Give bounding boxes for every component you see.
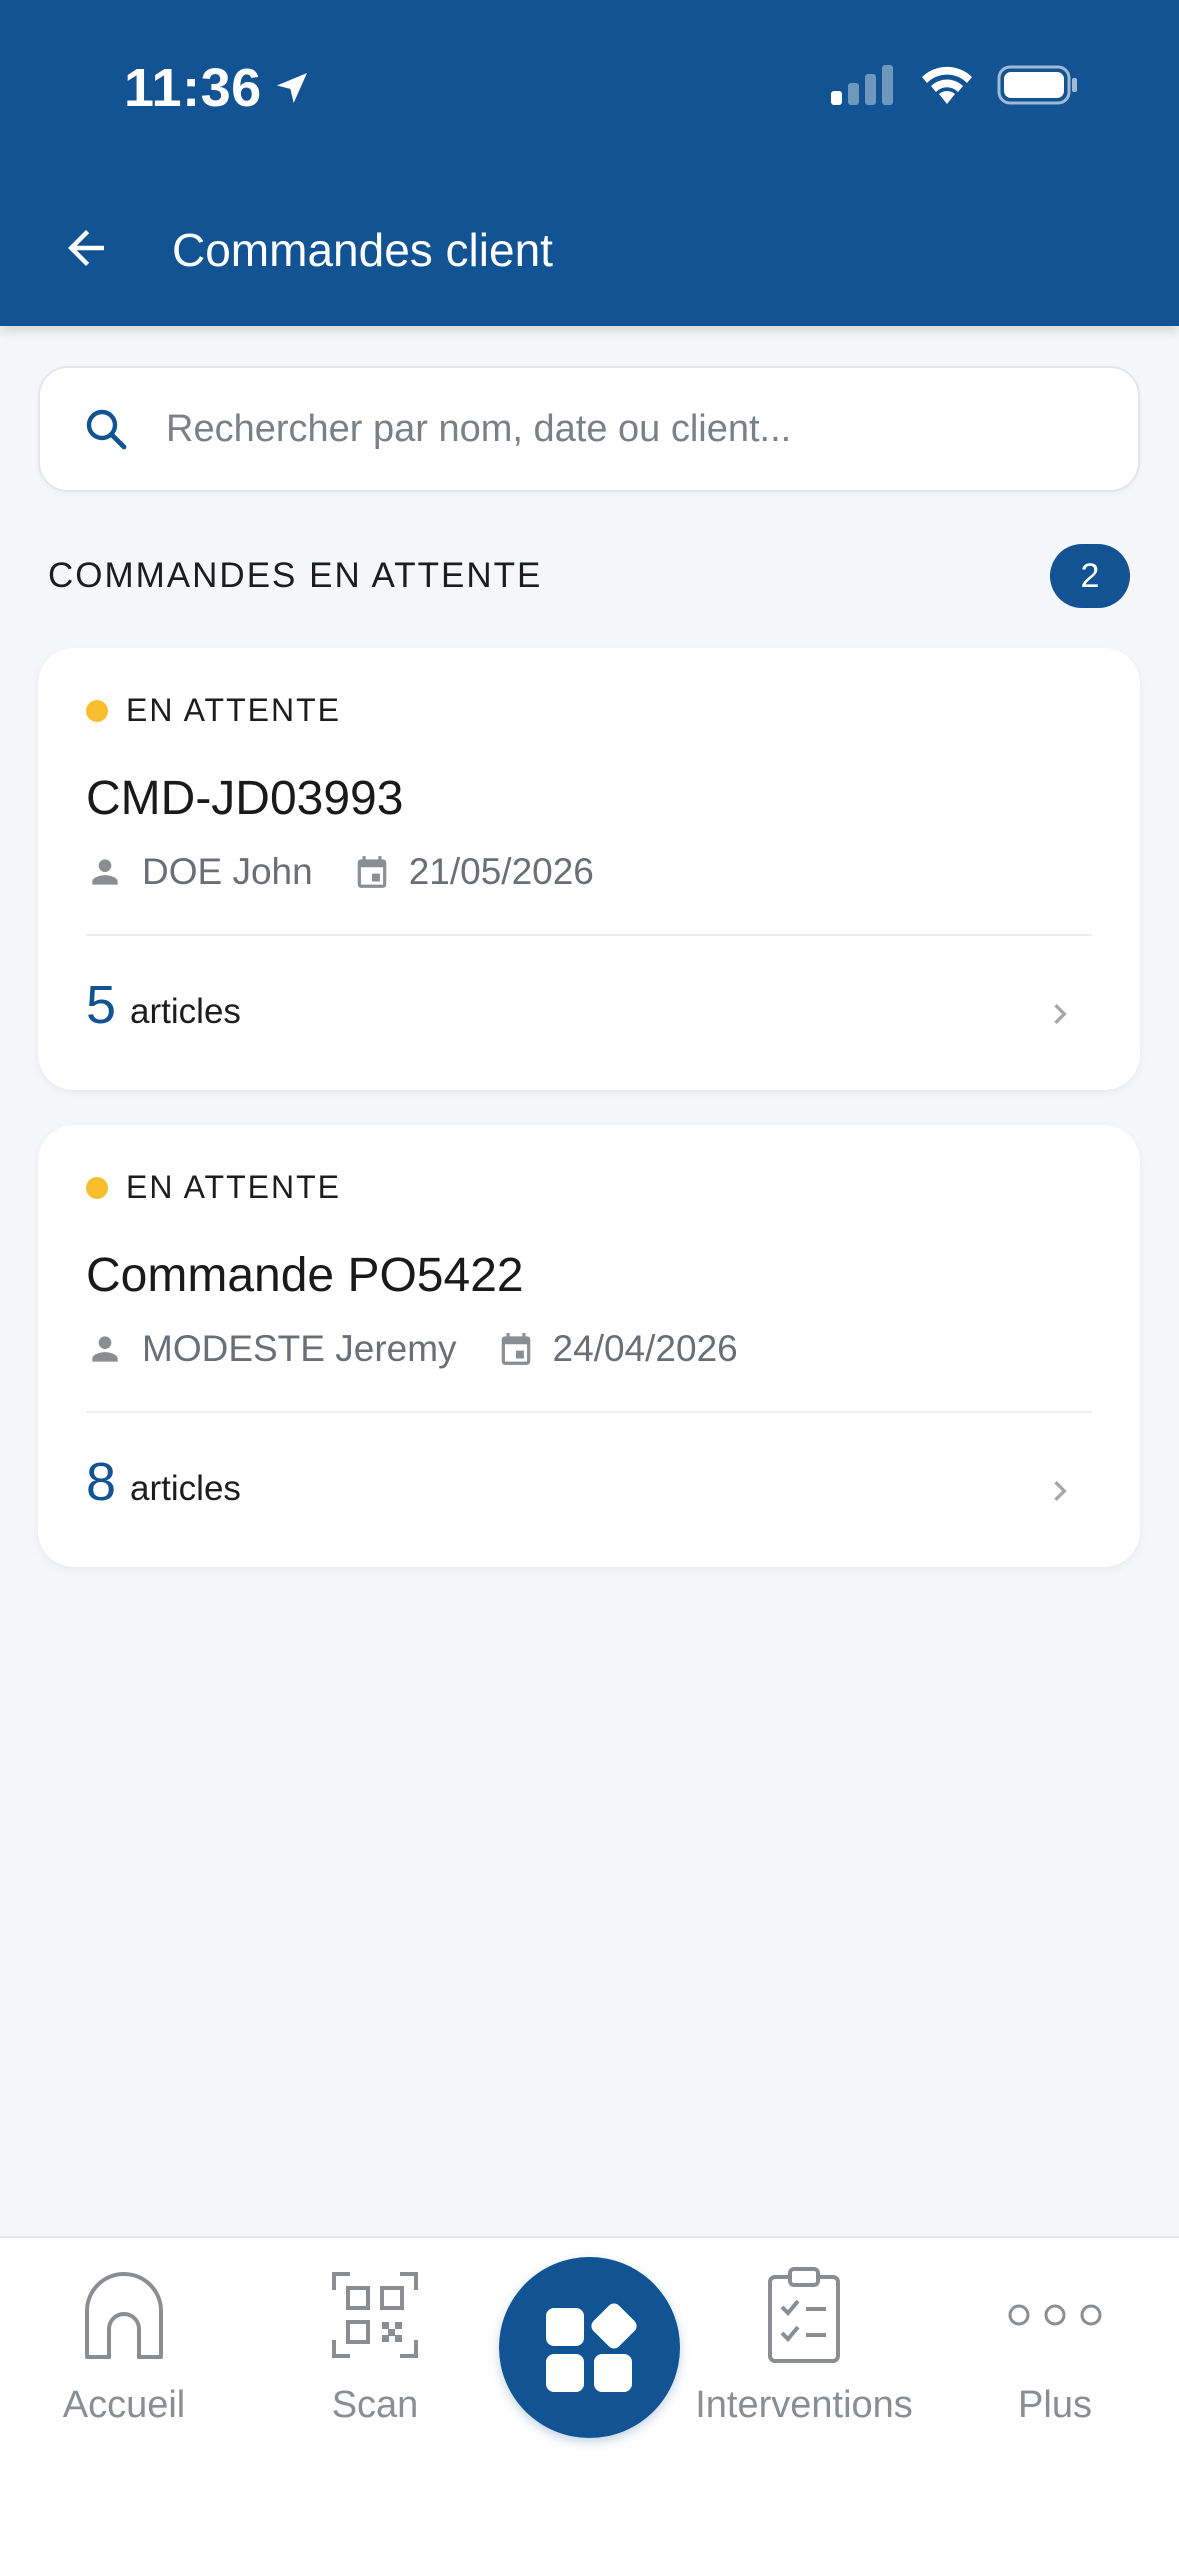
date-text: 21/05/2026 (408, 851, 594, 892)
search-bar[interactable] (38, 366, 1140, 492)
more-dots-icon (1000, 2260, 1110, 2370)
order-status: EN ATTENTE (86, 1169, 341, 1206)
order-date: 21/05/2026 (353, 848, 594, 896)
articles-number: 8 (86, 1452, 117, 1512)
order-name: CMD-JD03993 (86, 772, 404, 825)
nav-accueil[interactable]: Accueil (54, 2260, 194, 2427)
nav-label: Accueil (62, 2384, 186, 2426)
nav-label: Scan (331, 2384, 419, 2426)
cellular-signal-icon (831, 65, 893, 105)
person-icon (92, 1336, 118, 1362)
section-title: COMMANDES EN ATTENTE (48, 556, 543, 595)
status-bar-icons (831, 64, 1079, 106)
back-button[interactable] (50, 212, 122, 284)
nav-label: Plus (1018, 2384, 1092, 2426)
order-date: 24/04/2026 (497, 1325, 738, 1373)
chevron-right-icon[interactable] (1040, 984, 1080, 1044)
order-client: DOE John (86, 848, 313, 896)
calendar-icon (357, 856, 386, 888)
wifi-icon (922, 66, 972, 104)
card-divider (86, 934, 1092, 936)
status-dot-icon (86, 699, 108, 722)
nav-scan[interactable]: Scan (305, 2260, 445, 2427)
arrow-left-icon (68, 230, 104, 266)
chevron-right-icon[interactable] (1040, 1461, 1080, 1521)
order-client: MODESTE Jeremy (86, 1325, 457, 1373)
articles-label: articles (130, 992, 241, 1031)
articles-count: 8 articles (86, 1451, 241, 1513)
battery-icon (997, 65, 1077, 105)
clock-text: 11:36 (124, 58, 262, 118)
search-input[interactable] (164, 406, 1108, 452)
search-icon (78, 401, 134, 457)
articles-count: 5 articles (86, 974, 241, 1036)
home-icon (69, 2260, 179, 2370)
nav-label: Interventions (695, 2384, 913, 2426)
card-divider (86, 1411, 1092, 1413)
date-text: 24/04/2026 (552, 1328, 738, 1369)
apps-grid-icon (545, 2302, 637, 2392)
client-name: DOE John (142, 851, 313, 892)
order-card[interactable]: EN ATTENTE CMD-JD03993 DOE John 21/05/20… (38, 648, 1140, 1090)
nav-interventions[interactable]: Interventions (686, 2260, 922, 2427)
calendar-icon (501, 1333, 530, 1365)
status-bar-time: 11:36 (124, 56, 312, 120)
app-header: 11:36 Commandes client (0, 0, 1179, 326)
count-badge: 2 (1050, 544, 1130, 608)
clipboard-checklist-icon (749, 2260, 859, 2370)
order-status: EN ATTENTE (86, 692, 341, 729)
status-dot-icon (86, 1176, 108, 1199)
order-meta: DOE John 21/05/2026 (86, 848, 634, 896)
qr-scan-icon (320, 2260, 430, 2370)
nav-plus[interactable]: Plus (985, 2260, 1125, 2427)
person-icon (92, 859, 118, 885)
articles-number: 5 (86, 975, 117, 1035)
order-card[interactable]: EN ATTENTE Commande PO5422 MODESTE Jerem… (38, 1125, 1140, 1567)
page-title: Commandes client (172, 224, 553, 276)
bottom-navigation: Accueil Scan Interventions Plus (0, 2236, 1179, 2556)
nav-center-apps-button[interactable] (499, 2257, 680, 2438)
articles-label: articles (130, 1469, 241, 1508)
location-arrow-icon (276, 73, 307, 103)
order-name: Commande PO5422 (86, 1249, 524, 1302)
order-meta: MODESTE Jeremy 24/04/2026 (86, 1325, 778, 1373)
status-label: EN ATTENTE (126, 1169, 341, 1205)
status-label: EN ATTENTE (126, 692, 341, 728)
client-name: MODESTE Jeremy (142, 1328, 457, 1369)
